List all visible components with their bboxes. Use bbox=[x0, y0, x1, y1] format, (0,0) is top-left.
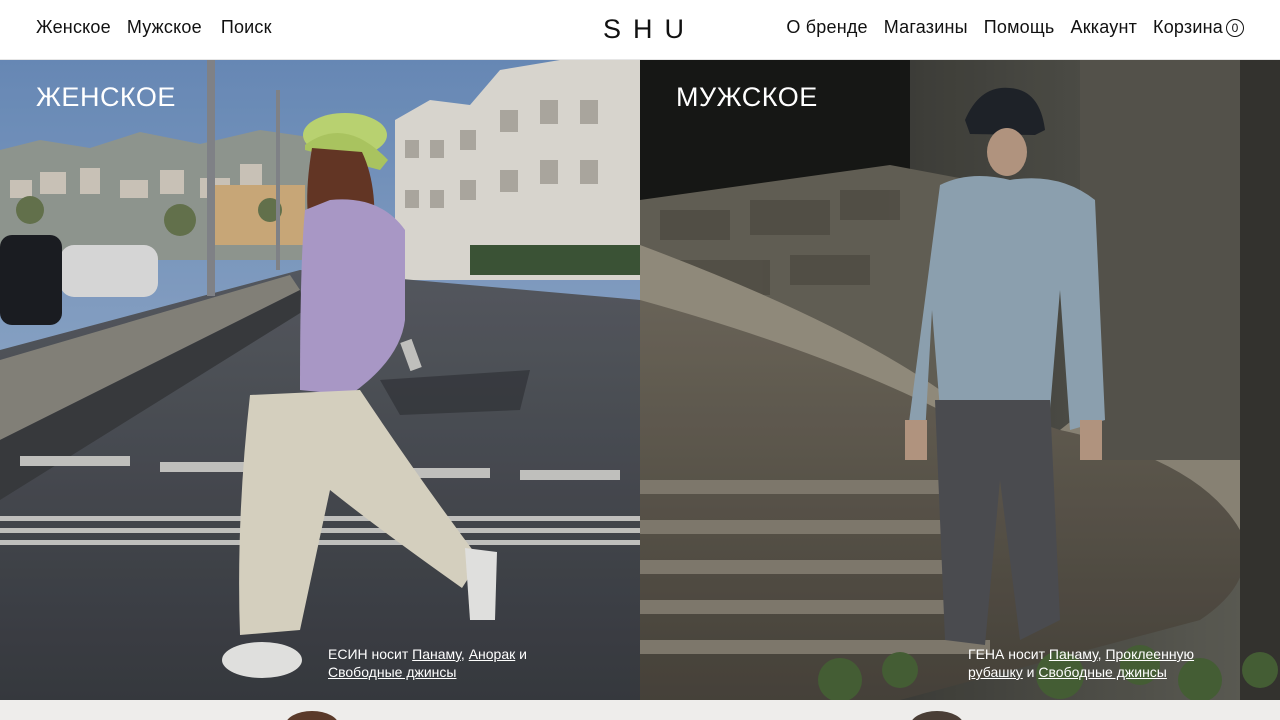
product-image-peek bbox=[910, 711, 964, 720]
women-loose-jeans-link[interactable]: Свободные джинсы bbox=[328, 664, 456, 680]
men-caption-separator-2: и bbox=[1022, 664, 1039, 680]
brand-logo[interactable]: SHU bbox=[603, 14, 696, 45]
cart-count-badge: 0 bbox=[1226, 18, 1244, 37]
cart-link[interactable]: Корзина 0 bbox=[1153, 17, 1244, 38]
secondary-nav: О бренде Магазины Помощь Аккаунт Корзина… bbox=[786, 17, 1244, 38]
nav-stores-link[interactable]: Магазины bbox=[884, 17, 968, 38]
nav-search-link[interactable]: Поиск bbox=[221, 17, 272, 38]
men-hero-image bbox=[640, 60, 1280, 700]
women-caption-separator-2: и bbox=[515, 646, 527, 662]
men-panel-title[interactable]: МУЖСКОЕ bbox=[676, 82, 818, 113]
nav-account-link[interactable]: Аккаунт bbox=[1070, 17, 1137, 38]
women-caption-separator-1: , bbox=[460, 646, 469, 662]
site-header: Женское Мужское Поиск SHU О бренде Магаз… bbox=[0, 0, 1280, 60]
men-caption-prefix: ГЕНА носит bbox=[968, 646, 1049, 662]
women-caption-prefix: ЕСИН носит bbox=[328, 646, 413, 662]
nav-about-link[interactable]: О бренде bbox=[786, 17, 867, 38]
women-hero-panel[interactable]: ЖЕНСКОЕ ЕСИН носит Панаму, Анорак и Своб… bbox=[0, 60, 640, 700]
women-hero-image bbox=[0, 60, 640, 700]
women-bucket-hat-link[interactable]: Панаму bbox=[412, 646, 461, 662]
nav-women-link[interactable]: Женское bbox=[36, 17, 111, 38]
men-loose-jeans-link[interactable]: Свободные джинсы bbox=[1038, 664, 1166, 680]
next-section-preview bbox=[0, 700, 1280, 720]
nav-men-link[interactable]: Мужское bbox=[127, 17, 202, 38]
cart-label: Корзина bbox=[1153, 17, 1223, 37]
men-bucket-hat-link[interactable]: Панаму bbox=[1049, 646, 1098, 662]
nav-help-link[interactable]: Помощь bbox=[984, 17, 1055, 38]
men-outfit-caption: ГЕНА носит Панаму, Проклеенную рубашку и… bbox=[968, 645, 1238, 681]
women-panel-title[interactable]: ЖЕНСКОЕ bbox=[36, 82, 176, 113]
women-outfit-caption: ЕСИН носит Панаму, Анорак и Свободные дж… bbox=[328, 645, 588, 681]
product-image-peek bbox=[285, 711, 339, 720]
women-anorak-link[interactable]: Анорак bbox=[469, 646, 516, 662]
primary-nav: Женское Мужское Поиск bbox=[36, 17, 272, 38]
men-hero-panel[interactable]: МУЖСКОЕ ГЕНА носит Панаму, Проклеенную р… bbox=[640, 60, 1280, 700]
